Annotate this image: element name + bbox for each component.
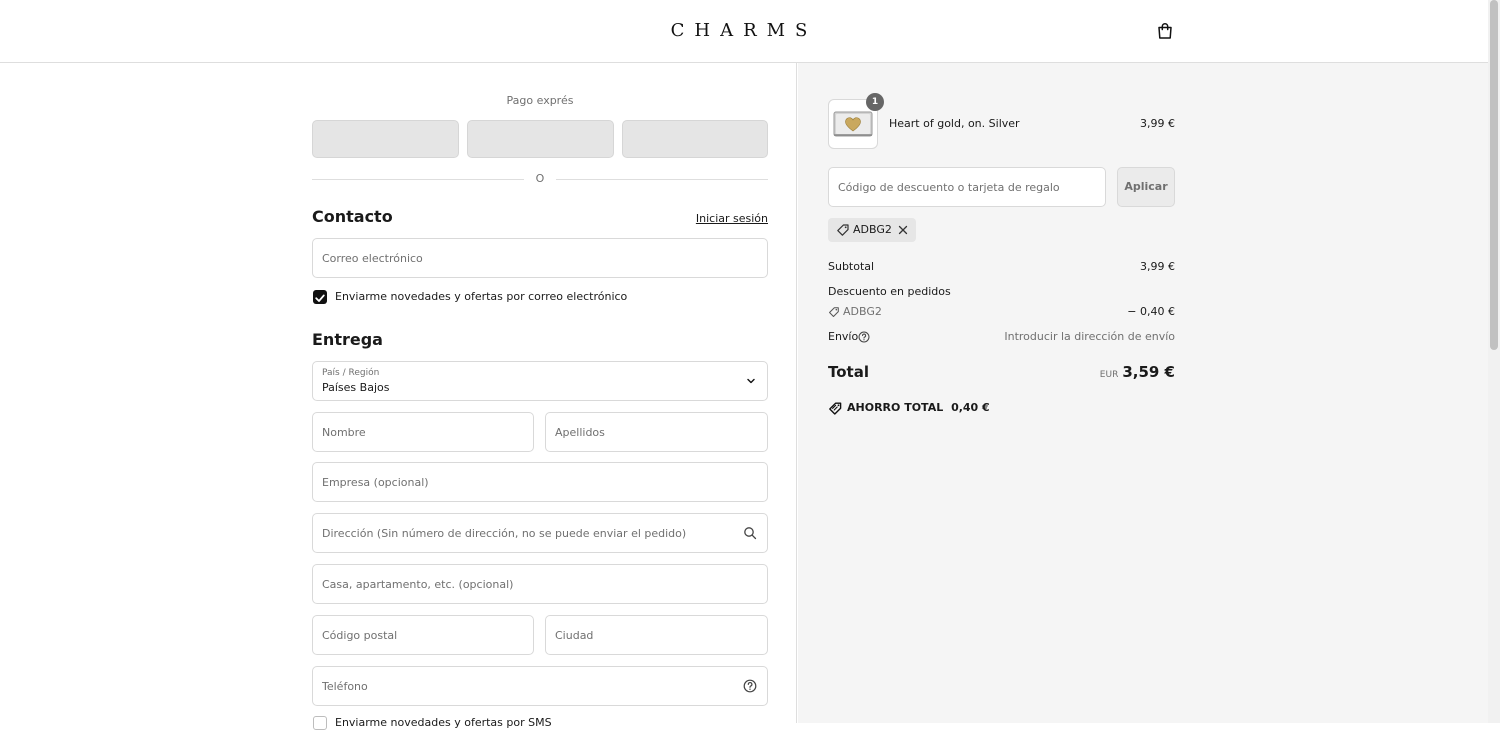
phone-input[interactable] bbox=[313, 667, 767, 705]
newsletter-checkbox[interactable] bbox=[313, 290, 327, 304]
divider-line-left bbox=[312, 179, 524, 180]
last-name-field[interactable] bbox=[545, 412, 768, 452]
express-checkout-title: Pago exprés bbox=[506, 94, 574, 107]
apartment-input[interactable] bbox=[313, 565, 767, 603]
delivery-title: Entrega bbox=[312, 330, 383, 349]
country-select-value: Países Bajos bbox=[322, 381, 390, 394]
order-summary-panel bbox=[798, 63, 1488, 723]
city-input[interactable] bbox=[546, 616, 767, 654]
newsletter-label[interactable]: Enviarme novedades y ofertas por correo … bbox=[335, 290, 627, 303]
total-value: 3,59 € bbox=[1122, 363, 1175, 381]
quantity-badge: 1 bbox=[866, 93, 884, 111]
checkmark-icon bbox=[315, 294, 325, 302]
shipping-label: Envío bbox=[828, 330, 859, 343]
express-pay-button-1[interactable] bbox=[312, 120, 459, 158]
country-select[interactable]: País / Región Países Bajos bbox=[312, 361, 768, 401]
country-select-label: País / Región bbox=[322, 368, 380, 378]
help-icon[interactable] bbox=[743, 679, 757, 693]
help-icon[interactable] bbox=[858, 331, 870, 343]
subtotal-label: Subtotal bbox=[828, 260, 875, 273]
savings-value: 0,40 € bbox=[951, 401, 990, 414]
express-pay-button-2[interactable] bbox=[467, 120, 614, 158]
postal-code-field[interactable] bbox=[312, 615, 534, 655]
first-name-input[interactable] bbox=[313, 413, 533, 451]
tag-icon bbox=[837, 224, 849, 236]
product-name: Heart of gold, on. Silver bbox=[889, 117, 1020, 130]
total-amount: EUR 3,59 € bbox=[1040, 362, 1175, 381]
product-price: 3,99 € bbox=[1140, 117, 1175, 130]
apartment-field[interactable] bbox=[312, 564, 768, 604]
order-discount-code: ADBG2 bbox=[843, 305, 882, 318]
shopping-bag-icon[interactable] bbox=[1156, 22, 1174, 40]
header: CHARMS bbox=[0, 0, 1488, 63]
savings-tag-icon bbox=[829, 402, 842, 415]
contact-title: Contacto bbox=[312, 207, 393, 226]
express-pay-button-3[interactable] bbox=[622, 120, 768, 158]
page-scrollbar[interactable] bbox=[1488, 0, 1500, 723]
sms-checkbox[interactable] bbox=[313, 716, 327, 730]
search-icon bbox=[744, 527, 757, 540]
applied-discount-code: ADBG2 bbox=[853, 223, 892, 236]
address-field[interactable] bbox=[312, 513, 768, 553]
divider-text: O bbox=[535, 172, 545, 185]
email-input[interactable] bbox=[313, 239, 767, 277]
company-field[interactable] bbox=[312, 462, 768, 502]
first-name-field[interactable] bbox=[312, 412, 534, 452]
close-icon[interactable] bbox=[897, 224, 909, 236]
discount-code-field[interactable] bbox=[828, 167, 1106, 207]
company-input[interactable] bbox=[313, 463, 767, 501]
phone-field[interactable] bbox=[312, 666, 768, 706]
currency-code: EUR bbox=[1099, 370, 1119, 380]
last-name-input[interactable] bbox=[546, 413, 767, 451]
apply-discount-button[interactable]: Aplicar bbox=[1117, 167, 1175, 207]
order-discount-value: − 0,40 € bbox=[1127, 305, 1175, 318]
scrollbar-thumb[interactable] bbox=[1490, 0, 1498, 350]
savings-label: AHORRO TOTAL bbox=[847, 401, 944, 414]
logo[interactable]: CHARMS bbox=[0, 20, 1488, 41]
city-field[interactable] bbox=[545, 615, 768, 655]
chevron-down-icon bbox=[747, 378, 755, 384]
email-field[interactable] bbox=[312, 238, 768, 278]
applied-discount-tag: ADBG2 bbox=[828, 218, 916, 242]
shipping-value: Introducir la dirección de envío bbox=[1004, 330, 1175, 343]
total-label: Total bbox=[828, 363, 869, 381]
subtotal-value: 3,99 € bbox=[1140, 260, 1175, 273]
divider-line-right bbox=[556, 179, 768, 180]
login-link[interactable]: Iniciar sesión bbox=[686, 212, 768, 225]
discount-code-input[interactable] bbox=[829, 168, 1105, 206]
address-input[interactable] bbox=[313, 514, 767, 552]
postal-code-input[interactable] bbox=[313, 616, 533, 654]
order-discount-label: Descuento en pedidos bbox=[828, 285, 951, 298]
tag-icon bbox=[829, 307, 839, 317]
total-savings: AHORRO TOTAL 0,40 € bbox=[847, 401, 990, 414]
